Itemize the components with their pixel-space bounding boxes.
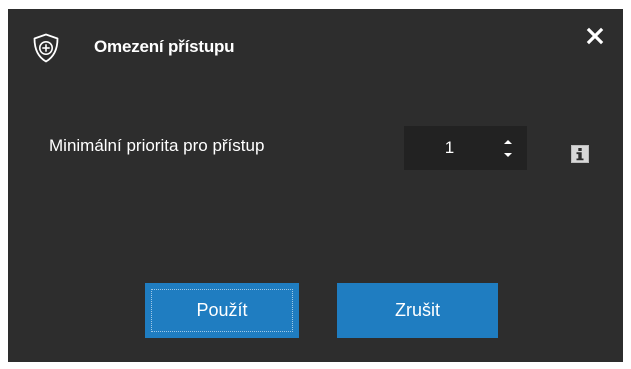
dialog-title: Omezení přístupu <box>94 37 235 56</box>
access-restriction-dialog: Omezení přístupu Minimální priorita pro … <box>8 9 623 362</box>
min-priority-label: Minimální priorita pro přístup <box>49 136 265 155</box>
min-priority-stepper[interactable]: 1 <box>404 126 527 170</box>
dialog-titlebar: Omezení přístupu <box>8 9 623 85</box>
shield-plus-icon <box>32 33 60 63</box>
close-icon <box>580 21 610 51</box>
min-priority-value[interactable]: 1 <box>404 126 495 170</box>
apply-button-label: Použít <box>196 300 248 320</box>
apply-button[interactable]: Použít <box>145 283 299 338</box>
cancel-button[interactable]: Zrušit <box>337 283 498 338</box>
close-button[interactable] <box>580 21 610 51</box>
info-icon[interactable] <box>571 145 589 163</box>
cancel-button-label: Zrušit <box>395 300 440 320</box>
chevron-down-icon[interactable] <box>500 148 516 162</box>
